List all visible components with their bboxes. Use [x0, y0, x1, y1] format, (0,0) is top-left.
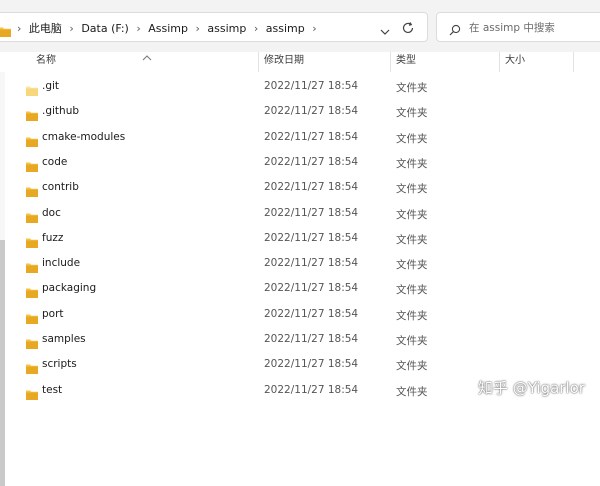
file-date: 2022/11/27 18:54 [264, 130, 359, 143]
breadcrumb-data-drive[interactable]: Data (F:) [81, 22, 129, 35]
file-name: test [42, 383, 63, 396]
watermark: 知乎 @Yigarlor [478, 379, 585, 397]
file-type: 文件夹 [396, 132, 428, 145]
column-header-type[interactable]: 类型 [396, 52, 416, 72]
file-name: .git [42, 80, 60, 92]
file-row[interactable]: include 2022/11/27 18:54 文件夹 [0, 251, 600, 276]
refresh-icon[interactable] [401, 20, 415, 39]
file-date: 2022/11/27 18:54 [264, 333, 359, 345]
breadcrumb-assimp-root[interactable]: Assimp [148, 22, 188, 35]
file-type: 文件夹 [396, 157, 428, 170]
file-date: 2022/11/27 18:54 [264, 105, 359, 118]
column-header-row: 名称 修改日期 类型 大小 [0, 52, 600, 72]
file-date: 2022/11/27 18:54 [264, 181, 359, 194]
file-date: 2022/11/27 18:54 [264, 206, 359, 219]
file-row[interactable]: scripts 2022/11/27 18:54 文件夹 [0, 352, 600, 377]
file-type: 文件夹 [396, 385, 428, 398]
file-type: 文件夹 [396, 183, 428, 196]
folder-icon [26, 359, 38, 378]
file-name: contrib [42, 181, 79, 194]
chevron-right-icon[interactable]: › [254, 22, 258, 35]
file-name: port [42, 307, 64, 320]
column-divider[interactable] [258, 52, 259, 72]
file-date: 2022/11/27 18:54 [264, 307, 359, 320]
folder-icon [0, 22, 11, 41]
folder-icon [26, 182, 38, 201]
breadcrumb: › 此电脑 › Data (F:) › Assimp › assimp › as… [13, 20, 321, 36]
folder-icon [26, 157, 38, 176]
chevron-right-icon[interactable]: › [196, 22, 200, 35]
file-name: code [42, 155, 68, 168]
file-name: cmake-modules [42, 130, 126, 143]
address-toolbar: › 此电脑 › Data (F:) › Assimp › assimp › as… [0, 0, 600, 52]
folder-icon [26, 258, 38, 277]
file-name: fuzz [42, 231, 64, 244]
folder-icon [26, 385, 38, 404]
file-date: 2022/11/27 18:54 [264, 383, 359, 396]
column-divider[interactable] [573, 52, 574, 72]
search-input[interactable] [467, 18, 600, 38]
file-row[interactable]: cmake-modules 2022/11/27 18:54 文件夹 [0, 125, 600, 150]
folder-icon [26, 233, 38, 252]
folder-icon [26, 283, 38, 302]
chevron-right-icon[interactable]: › [69, 22, 73, 35]
file-type: 文件夹 [396, 360, 428, 373]
column-divider[interactable] [499, 52, 500, 72]
file-type: 文件夹 [396, 335, 428, 347]
file-date: 2022/11/27 18:54 [264, 231, 359, 244]
file-type: 文件夹 [396, 259, 428, 272]
file-name: samples [42, 333, 86, 345]
folder-icon [26, 106, 38, 125]
breadcrumb-assimp-current[interactable]: assimp [266, 22, 305, 35]
file-name: scripts [42, 358, 77, 371]
file-date: 2022/11/27 18:54 [264, 358, 359, 371]
file-name: .github [42, 105, 80, 118]
column-header-date[interactable]: 修改日期 [264, 52, 304, 72]
column-divider[interactable] [390, 52, 391, 72]
file-row[interactable]: port 2022/11/27 18:54 文件夹 [0, 302, 600, 327]
chevron-right-icon[interactable]: › [17, 22, 21, 35]
search-icon [449, 21, 461, 40]
file-name: doc [42, 206, 61, 219]
file-row[interactable]: code 2022/11/27 18:54 文件夹 [0, 150, 600, 175]
folder-icon [26, 208, 38, 227]
address-bar[interactable]: › 此电脑 › Data (F:) › Assimp › assimp › as… [0, 12, 428, 42]
breadcrumb-this-pc[interactable]: 此电脑 [29, 20, 62, 36]
folder-icon [26, 309, 38, 328]
file-type: 文件夹 [396, 82, 428, 94]
folder-icon [26, 334, 38, 353]
file-row[interactable]: fuzz 2022/11/27 18:54 文件夹 [0, 226, 600, 251]
file-row[interactable]: packaging 2022/11/27 18:54 文件夹 [0, 276, 600, 301]
column-header-name[interactable]: 名称 [36, 52, 56, 72]
file-type: 文件夹 [396, 309, 428, 322]
chevron-right-icon[interactable]: › [312, 22, 316, 35]
file-row[interactable]: doc 2022/11/27 18:54 文件夹 [0, 201, 600, 226]
column-header-size[interactable]: 大小 [505, 52, 525, 72]
folder-icon [26, 132, 38, 151]
file-name: include [42, 257, 81, 270]
chevron-down-icon[interactable] [379, 22, 391, 41]
file-date: 2022/11/27 18:54 [264, 282, 359, 295]
file-name: packaging [42, 282, 97, 295]
file-date: 2022/11/27 18:54 [264, 257, 359, 270]
file-row[interactable]: contrib 2022/11/27 18:54 文件夹 [0, 175, 600, 200]
file-row[interactable]: samples 2022/11/27 18:54 文件夹 [0, 327, 600, 352]
chevron-right-icon[interactable]: › [136, 22, 140, 35]
file-type: 文件夹 [396, 284, 428, 297]
folder-icon [26, 81, 38, 100]
file-row[interactable]: .git 2022/11/27 18:54 文件夹 [0, 74, 600, 99]
file-date: 2022/11/27 18:54 [264, 80, 359, 92]
file-type: 文件夹 [396, 208, 428, 221]
file-date: 2022/11/27 18:54 [264, 155, 359, 168]
file-row[interactable]: .github 2022/11/27 18:54 文件夹 [0, 99, 600, 124]
file-type: 文件夹 [396, 233, 428, 246]
breadcrumb-assimp-parent[interactable]: assimp [207, 22, 246, 35]
file-type: 文件夹 [396, 107, 428, 120]
search-box[interactable] [436, 12, 600, 42]
